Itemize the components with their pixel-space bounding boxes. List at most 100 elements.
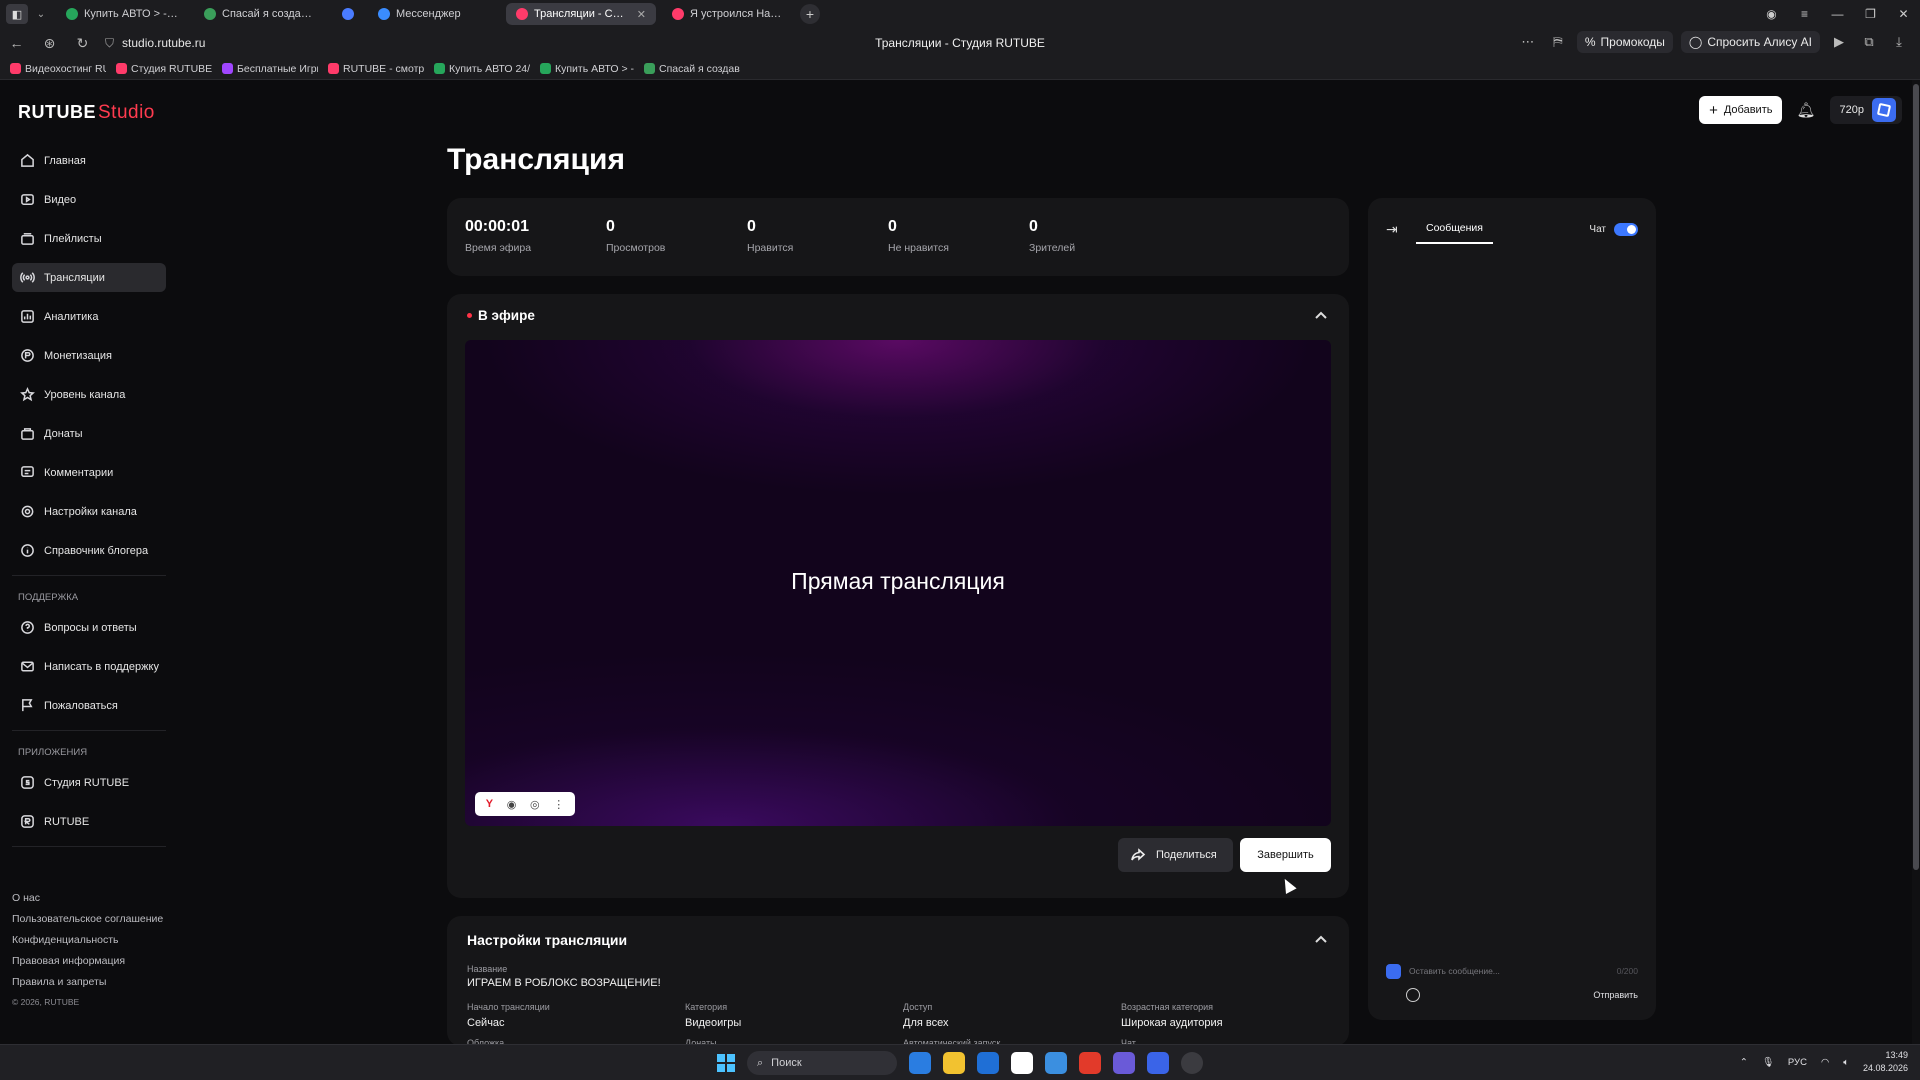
yandex-icon[interactable]: Y	[486, 798, 493, 810]
browser-tab[interactable]: Я устроился На САМУЮ	[662, 3, 794, 25]
footer-link[interactable]: Правовая информация	[12, 955, 163, 967]
bell-icon[interactable]: 🔔︎	[1796, 101, 1815, 119]
bookmark-item[interactable]: Студия RUTUBE	[116, 63, 212, 75]
volume-icon[interactable]: 🔈︎	[1843, 1057, 1849, 1068]
sidebar-item[interactable]: Аналитика	[12, 302, 166, 331]
mic-icon[interactable]: 🎙︎	[1762, 1057, 1774, 1068]
yandex-browser-icon[interactable]	[1011, 1052, 1033, 1074]
tab-messages[interactable]: Сообщения	[1416, 222, 1493, 244]
footer-link[interactable]: Конфиденциальность	[12, 934, 163, 946]
sidebar-item[interactable]: Настройки канала	[12, 497, 166, 526]
browser-tab[interactable]: Спасай я создавал твинк	[194, 3, 326, 25]
add-button[interactable]: + Добавить	[1699, 96, 1783, 124]
end-stream-button[interactable]: Завершить	[1240, 838, 1331, 872]
sidebar-item[interactable]: Донаты	[12, 419, 166, 448]
toggle-switch[interactable]	[1614, 222, 1638, 236]
file-explorer-icon[interactable]	[943, 1052, 965, 1074]
settings-field[interactable]: Возрастная категория Широкая аудитория	[1121, 1002, 1223, 1029]
sidebar-item[interactable]: Плейлисты	[12, 224, 166, 253]
collapse-chevron-icon[interactable]	[1313, 308, 1329, 324]
browser-tab[interactable]: Купить АВТО > - [ R O B	[56, 3, 188, 25]
settings-field[interactable]: Доступ Для всех	[903, 1002, 948, 1029]
promo-button[interactable]: % Промокоды	[1576, 31, 1673, 53]
quality-avatar-button[interactable]: 720p	[1829, 96, 1902, 124]
settings-field[interactable]: Начало трансляции Сейчас	[467, 1002, 550, 1029]
sidebar-item[interactable]: Монетизация	[12, 341, 166, 370]
more-vertical-icon[interactable]: ⋮	[553, 798, 564, 811]
send-button[interactable]: Отправить	[1593, 990, 1638, 1000]
download-icon[interactable]: ⤓	[1888, 34, 1910, 50]
reload-icon[interactable]: ↻	[66, 35, 99, 52]
close-window-icon[interactable]: ✕	[1887, 7, 1920, 21]
bookmark-item[interactable]: Спасай я создав	[644, 63, 740, 75]
tab-list-chevron-icon[interactable]: ⌄	[32, 9, 50, 20]
menu-icon[interactable]: ≡	[1788, 7, 1821, 21]
yandex-icon[interactable]	[1079, 1052, 1101, 1074]
settings-app-icon[interactable]	[1181, 1052, 1203, 1074]
bookmark-item[interactable]: RUTUBE - смотр	[328, 63, 424, 75]
footer-link[interactable]: Пользовательское соглашение	[12, 913, 163, 925]
eye-icon[interactable]: ◉	[507, 798, 517, 811]
back-arrow-icon[interactable]: ←	[0, 35, 33, 51]
sidebar-item[interactable]: Студия RUTUBE	[12, 768, 166, 797]
browser-tab[interactable]	[332, 3, 362, 25]
chat-toggle[interactable]: Чат	[1589, 222, 1638, 236]
sidebar-item[interactable]: Комментарии	[12, 458, 166, 487]
extensions-icon[interactable]: ⧉	[1858, 34, 1880, 50]
sidebar-item[interactable]: Главная	[12, 146, 166, 175]
sidebar-item[interactable]: Вопросы и ответы	[12, 613, 166, 642]
store-icon[interactable]	[1045, 1052, 1067, 1074]
sidebar-item[interactable]: Трансляции	[12, 263, 166, 292]
close-tab-icon[interactable]: ✕	[637, 8, 646, 21]
video-player[interactable]: Прямая трансляция Y ◉ ◎ ⋮	[465, 340, 1331, 826]
sidebar-item[interactable]: Уровень канала	[12, 380, 166, 409]
site-info-icon[interactable]: ⊛	[33, 35, 66, 52]
sidebar-item[interactable]: Пожаловаться	[12, 691, 166, 720]
roblox-studio-icon[interactable]	[1147, 1052, 1169, 1074]
more-dots-icon[interactable]: ⋯	[1517, 34, 1539, 50]
new-tab-button[interactable]: +	[800, 4, 820, 24]
settings-field[interactable]: Категория Видеоигры	[685, 1002, 741, 1029]
sidebar-item-label: RUTUBE	[44, 815, 90, 828]
restore-icon[interactable]: ❐	[1854, 7, 1887, 21]
studio-app-icon	[21, 776, 34, 789]
profile-icon[interactable]: ◉	[1755, 7, 1788, 21]
bookmark-item[interactable]: Видеохостинг RU	[10, 63, 106, 75]
minimize-icon[interactable]: —	[1821, 7, 1854, 21]
url-field[interactable]: ⛉ studio.rutube.ru	[105, 36, 205, 51]
share-button[interactable]: Поделиться	[1118, 838, 1233, 872]
collapse-chevron-icon[interactable]	[1313, 932, 1329, 948]
tray-chevron-icon[interactable]: ⌃	[1740, 1057, 1748, 1068]
mail-app-icon[interactable]	[977, 1052, 999, 1074]
language-indicator[interactable]: РУС	[1788, 1057, 1807, 1068]
browser-tab[interactable]: Мессенджер	[368, 3, 500, 25]
bookmark-item[interactable]: Купить АВТО > -	[540, 63, 634, 75]
clock[interactable]: 13:49 24.08.2026	[1863, 1049, 1908, 1075]
collapse-panel-icon[interactable]: ⇥	[1386, 221, 1408, 238]
sidebar-item[interactable]: Видео	[12, 185, 166, 214]
field-name[interactable]: Название ИГРАЕМ В РОБЛОКС ВОЗРАЩЕНИЕ!	[467, 964, 661, 989]
footer-link[interactable]: Правила и запреты	[12, 976, 163, 988]
emoji-icon[interactable]	[1406, 988, 1420, 1002]
wifi-icon[interactable]: ◠	[1821, 1057, 1829, 1068]
browser-tab-active[interactable]: Трансляции - Студия R ✕	[506, 3, 656, 25]
ask-alice-button[interactable]: ◯ Спросить Алису AI	[1680, 31, 1820, 53]
sidebar-item[interactable]: Справочник блогера	[12, 536, 166, 565]
bookmark-icon[interactable]: ⛿	[1547, 34, 1569, 50]
avatar[interactable]	[1872, 98, 1896, 122]
sidebar-item[interactable]: Написать в поддержку	[12, 652, 166, 681]
scrollbar-thumb[interactable]	[1913, 84, 1919, 870]
taskbar-search[interactable]: ⌕ Поиск	[747, 1051, 897, 1075]
chat-message-input[interactable]: Оставить сообщение...	[1409, 966, 1609, 976]
media-icon[interactable]: ▶	[1828, 34, 1850, 50]
rutube-studio-logo[interactable]: RUTUBE Studio	[18, 102, 155, 124]
footer-link[interactable]: О нас	[12, 892, 163, 904]
teams-icon[interactable]	[1113, 1052, 1135, 1074]
bookmark-item[interactable]: Бесплатные Игры	[222, 63, 318, 75]
screenshot-icon[interactable]: ◎	[530, 798, 540, 811]
bookmark-item[interactable]: Купить АВТО 24/	[434, 63, 530, 75]
edge-icon[interactable]	[909, 1052, 931, 1074]
browser-menu-icon[interactable]: ◧	[6, 4, 28, 24]
windows-start-icon[interactable]	[717, 1054, 735, 1072]
sidebar-item[interactable]: RUTUBE	[12, 807, 166, 836]
